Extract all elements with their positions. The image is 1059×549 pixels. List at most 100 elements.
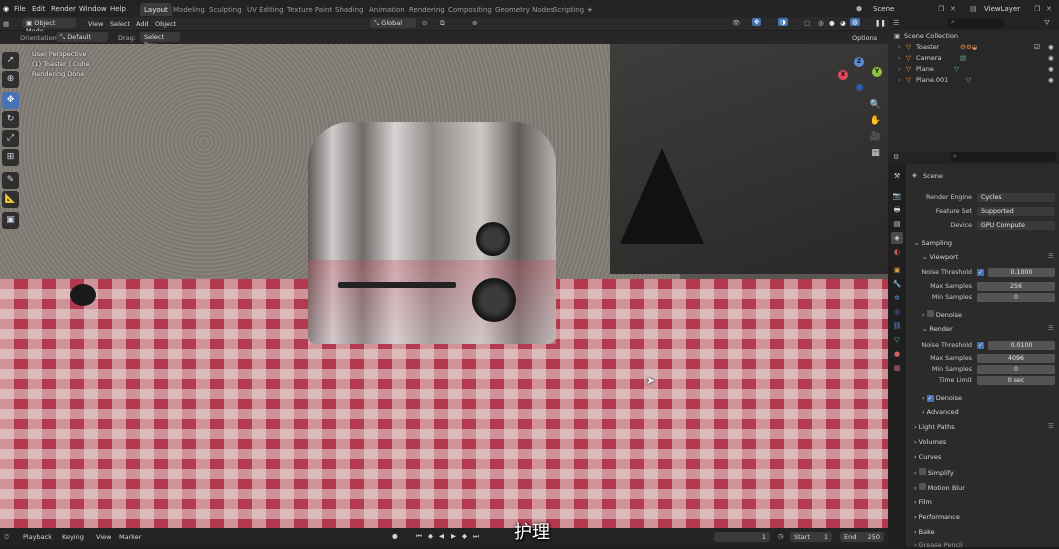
menu-add[interactable]: Add (136, 20, 149, 28)
drag-dropdown[interactable]: Select Box (140, 32, 180, 49)
blender-logo-icon[interactable]: ◉ (3, 5, 9, 13)
film-panel[interactable]: › Film (914, 498, 932, 506)
menu-select[interactable]: Select (110, 20, 130, 28)
next-keyframe-icon[interactable]: ◆ (462, 532, 467, 540)
render-engine-dropdown[interactable]: Cycles (977, 193, 1055, 202)
tab-uv-editing[interactable]: UV Editing (243, 3, 288, 16)
vp-max-samples-field[interactable]: 256 (977, 282, 1055, 291)
r-denoise-subpanel[interactable]: › ✓ Denoise (922, 394, 962, 402)
eye-icon[interactable]: ◉ (1048, 43, 1054, 51)
gizmo-toggle-icon[interactable]: ✥ (752, 18, 762, 26)
r-max-samples-field[interactable]: 4096 (977, 354, 1055, 363)
cursor-tool-icon[interactable]: ⊕ (2, 71, 19, 88)
clock-icon[interactable]: ◷ (778, 532, 784, 540)
sampling-panel-header[interactable]: ⌄ Sampling (914, 239, 952, 247)
performance-panel[interactable]: › Performance (914, 513, 960, 521)
light-paths-panel[interactable]: › Light Paths (914, 423, 955, 431)
motion-blur-checkbox[interactable] (918, 483, 926, 490)
new-view-layer-icon[interactable]: ❐ (1034, 5, 1040, 13)
feature-set-dropdown[interactable]: Supported (977, 207, 1055, 216)
eye-icon[interactable]: ◉ (1048, 65, 1054, 73)
grease-pencil-panel[interactable]: › Grease Pencil (914, 541, 963, 549)
editor-type-icon[interactable]: ▦ (3, 20, 9, 28)
end-frame-field[interactable]: End 250 (840, 532, 884, 542)
device-dropdown[interactable]: GPU Compute (977, 221, 1055, 230)
expand-arrow-icon[interactable]: › (898, 65, 901, 73)
presets-icon[interactable]: ☰ (1048, 324, 1054, 332)
gizmo-z-axis[interactable]: Z (854, 57, 864, 67)
select-checkbox-icon[interactable]: ☑ (1034, 43, 1040, 51)
vp-denoise-checkbox[interactable] (926, 310, 934, 317)
menu-keying[interactable]: Keying (62, 533, 84, 541)
expand-arrow-icon[interactable]: › (898, 54, 901, 62)
gizmo-neg-z[interactable] (856, 84, 863, 91)
advanced-subpanel[interactable]: › Advanced (922, 408, 959, 416)
eye-icon[interactable]: ◉ (1048, 76, 1054, 84)
r-noise-threshold-checkbox[interactable]: ✓ (977, 342, 984, 349)
menu-help[interactable]: Help (110, 5, 126, 13)
tool-tab-icon[interactable]: ⚒ (891, 170, 903, 182)
outliner-row-plane[interactable]: › ▽ Plane ▽ ◉ (888, 65, 1059, 76)
overlays-toggle-icon[interactable]: ◑ (778, 18, 788, 26)
annotate-tool-icon[interactable]: ✎ (2, 172, 19, 189)
presets-icon[interactable]: ☰ (1048, 252, 1054, 260)
pause-render-icon[interactable]: ❚❚ (875, 19, 886, 27)
particles-tab-icon[interactable]: ✲ (891, 292, 903, 304)
outliner-search-input[interactable]: ⌕ (948, 18, 1004, 28)
start-frame-field[interactable]: Start 1 (790, 532, 832, 542)
tab-animation[interactable]: Animation (365, 3, 409, 16)
menu-view[interactable]: View (88, 20, 103, 28)
menu-edit[interactable]: Edit (32, 5, 46, 13)
world-tab-icon[interactable]: ◐ (891, 246, 903, 258)
delete-scene-icon[interactable]: ✕ (950, 5, 956, 13)
visibility-icon[interactable]: 👁 (732, 19, 740, 27)
options-dropdown[interactable]: Options (852, 34, 877, 42)
timeline-editor-icon[interactable]: ⏱ (4, 533, 9, 542)
current-frame-field[interactable]: 1 (714, 532, 770, 542)
expand-arrow-icon[interactable]: › (898, 43, 901, 51)
pivot-icon[interactable]: ⊙ (422, 19, 427, 27)
record-keyframe-icon[interactable]: ● (392, 532, 398, 540)
outliner-row-plane-001[interactable]: › ▽ Plane.001 ▽ ◉ (888, 76, 1059, 87)
menu-marker[interactable]: Marker (119, 533, 141, 541)
tab-shading[interactable]: Shading (331, 3, 367, 16)
play-icon[interactable]: ▶ (451, 532, 456, 540)
scene-selector[interactable]: Scene (873, 5, 894, 13)
tab-compositing[interactable]: Compositing (444, 3, 496, 16)
snap-icon[interactable]: ⧉ (440, 19, 445, 28)
delete-view-layer-icon[interactable]: ✕ (1046, 5, 1052, 13)
menu-file[interactable]: File (14, 5, 26, 13)
view-layer-tab-icon[interactable]: ▤ (891, 218, 903, 230)
output-tab-icon[interactable]: 🖶 (891, 204, 903, 216)
render-subpanel-header[interactable]: ⌄ Render (922, 325, 953, 333)
rotate-tool-icon[interactable]: ↻ (2, 111, 19, 128)
solid-shading-icon[interactable]: ● (829, 19, 835, 27)
expand-arrow-icon[interactable]: › (898, 76, 901, 84)
ortho-grid-icon[interactable]: ▦ (868, 146, 883, 161)
motion-blur-panel[interactable]: › Motion Blur (914, 483, 965, 492)
outliner-editor-icon[interactable]: ☰ (893, 19, 899, 27)
transform-tool-icon[interactable]: ⊞ (2, 149, 19, 166)
measure-tool-icon[interactable]: 📐 (2, 191, 19, 208)
rendered-shading-icon[interactable]: ◍ (850, 18, 860, 26)
camera-view-icon[interactable]: 🎥 (868, 130, 883, 145)
bake-panel[interactable]: › Bake (914, 528, 935, 536)
r-noise-threshold-field[interactable]: 0.0100 (988, 341, 1055, 350)
vp-noise-threshold-field[interactable]: 0.1000 (988, 268, 1055, 277)
r-time-limit-field[interactable]: 0 sec (977, 376, 1055, 385)
menu-window[interactable]: Window (79, 5, 107, 13)
jump-start-icon[interactable]: ⏮ (416, 532, 422, 541)
view-layer-icon[interactable]: ▤ (970, 5, 977, 13)
pan-hand-icon[interactable]: ✋ (868, 114, 883, 129)
tab-modeling[interactable]: Modeling (169, 3, 209, 16)
gizmo-x-axis[interactable]: X (838, 70, 848, 80)
transform-orientation[interactable]: ⤡ Global (370, 18, 416, 28)
tab-layout[interactable]: Layout (140, 3, 172, 16)
render-tab-icon[interactable]: 📷 (891, 190, 903, 202)
menu-object[interactable]: Object (155, 20, 176, 28)
tab-sculpting[interactable]: Sculpting (205, 3, 246, 16)
vp-denoise-subpanel[interactable]: › Denoise (922, 310, 962, 319)
scene-tab-icon[interactable]: ◈ (891, 232, 903, 244)
tab-texture-paint[interactable]: Texture Paint (283, 3, 336, 16)
modifier-tab-icon[interactable]: 🔧 (891, 278, 903, 290)
